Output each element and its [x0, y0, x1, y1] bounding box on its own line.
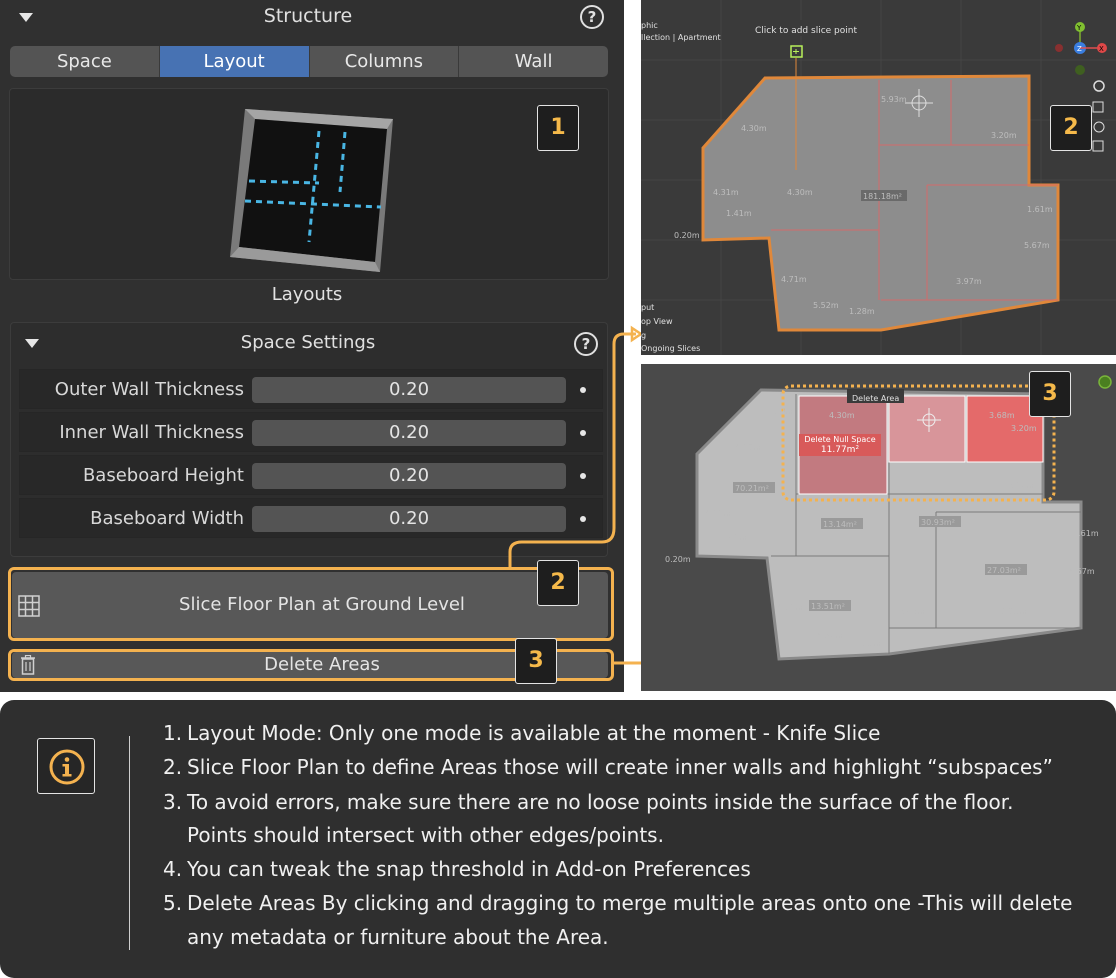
area-label: 13.14m² [823, 520, 857, 529]
viewport-slice-mode[interactable]: 4.30m 3.20m 4.31m 4.30m 1.41m 0.20m 4.71… [641, 0, 1116, 355]
null-space-label-box: Delete Null Space 11.77m² [799, 434, 881, 456]
dim-label: 5.67m [1069, 567, 1095, 576]
panel-header[interactable]: Structure ? [0, 0, 624, 34]
area-label: 30.93m² [921, 518, 955, 527]
dim-label: 5.52m [813, 301, 839, 310]
dim-label: 1.61m [1027, 205, 1053, 214]
dim-label: 2.46m [899, 607, 925, 616]
area-label: 13.51m² [811, 602, 845, 611]
tab-columns[interactable]: Columns [309, 46, 460, 77]
dim-label: 6.93m [1001, 607, 1027, 616]
area-label: 181.18m² [863, 192, 902, 201]
area-label: 70.21m² [735, 484, 769, 493]
dim-label: 1.61m [1073, 529, 1099, 538]
grid-view-icon [1092, 140, 1104, 152]
dim-label: 3.68m [989, 411, 1015, 420]
dim-label: 5.93m [881, 95, 907, 104]
tab-layout[interactable]: Layout [159, 46, 310, 77]
panel-title: Structure [263, 5, 353, 27]
mode-tabs: Space Layout Columns Wall [10, 46, 608, 77]
tooltip-add-slice: Click to add slice point [749, 20, 863, 36]
layout-preview-image [230, 109, 393, 272]
callout-badge-2-viewport: 2 [1050, 105, 1092, 151]
dim-label: 1.28m [855, 639, 881, 648]
dim-label: 3.20m [991, 131, 1017, 140]
svg-text:Z: Z [1077, 45, 1082, 53]
footer-line: op View [641, 317, 673, 326]
callout-badge-1: 1 [537, 105, 579, 151]
dim-label: 4.71m [777, 603, 803, 612]
layout-preview[interactable]: 1 [9, 88, 609, 280]
tooltip-delete-area: Delete Area [847, 389, 905, 403]
footer-line: Ongoing Slices [641, 344, 701, 353]
dim-label: 4.71m [781, 275, 807, 284]
divider [129, 736, 130, 950]
tab-wall[interactable]: Wall [459, 46, 608, 77]
dim-label: 4.30m [787, 188, 813, 197]
hand-icon [1092, 101, 1104, 113]
dim-label: 1.28m [849, 307, 875, 316]
camera-icon [1093, 121, 1105, 133]
dim-label: 5.67m [1024, 241, 1050, 250]
dim-label: 1.41m [726, 209, 752, 218]
area-label: 27.03m² [987, 566, 1021, 575]
footer-line: put [641, 303, 655, 312]
viewport-delete-mode[interactable]: 1.29m 4.30m 3.68m 3.20m 4.30m 2.32m 4.31… [641, 364, 1116, 691]
dim-label: 3.20m [1011, 424, 1037, 433]
help-icon[interactable]: ? [580, 5, 604, 29]
tab-space[interactable]: Space [10, 46, 160, 77]
floorplan-canvas: 4.30m 3.20m 4.31m 4.30m 1.41m 0.20m 4.71… [641, 0, 1116, 355]
prop-label: Outer Wall Thickness [54, 379, 244, 400]
svg-text:Y: Y [1076, 24, 1082, 32]
zoom-icon [1093, 80, 1105, 92]
dim-label: 3.97m [956, 277, 982, 286]
dim-label: 1.41m [721, 533, 747, 542]
prop-label: Inner Wall Thickness [59, 422, 244, 443]
info-icon [49, 749, 85, 785]
dim-label: 4.31m [705, 509, 731, 518]
dim-label: 4.30m [829, 411, 855, 420]
dim-label: 0.20m [665, 555, 691, 564]
info-icon-frame [37, 738, 95, 794]
dim-label: 0.20m [674, 231, 700, 240]
dim-label: 4.31m [713, 188, 739, 197]
header-line-2: llection | Apartment [641, 33, 721, 42]
header-line-1: phic [641, 21, 658, 30]
footer-line: g [641, 331, 647, 340]
svg-text:X: X [1099, 45, 1104, 53]
dim-label: 1.29m [767, 407, 793, 416]
dim-label: 5.52m [817, 631, 843, 640]
dim-label: 4.30m [735, 443, 761, 452]
dim-label: 2.32m [1008, 481, 1034, 490]
callout-badge-3-viewport: 3 [1029, 371, 1071, 417]
preview-caption: Layouts [271, 284, 343, 305]
info-notes-box: 1. Layout Mode: Only one mode is availabl… [0, 700, 1116, 978]
prop-label: Baseboard Height [82, 465, 244, 486]
prop-label: Baseboard Width [90, 508, 244, 529]
dim-label: 4.30m [741, 124, 767, 133]
